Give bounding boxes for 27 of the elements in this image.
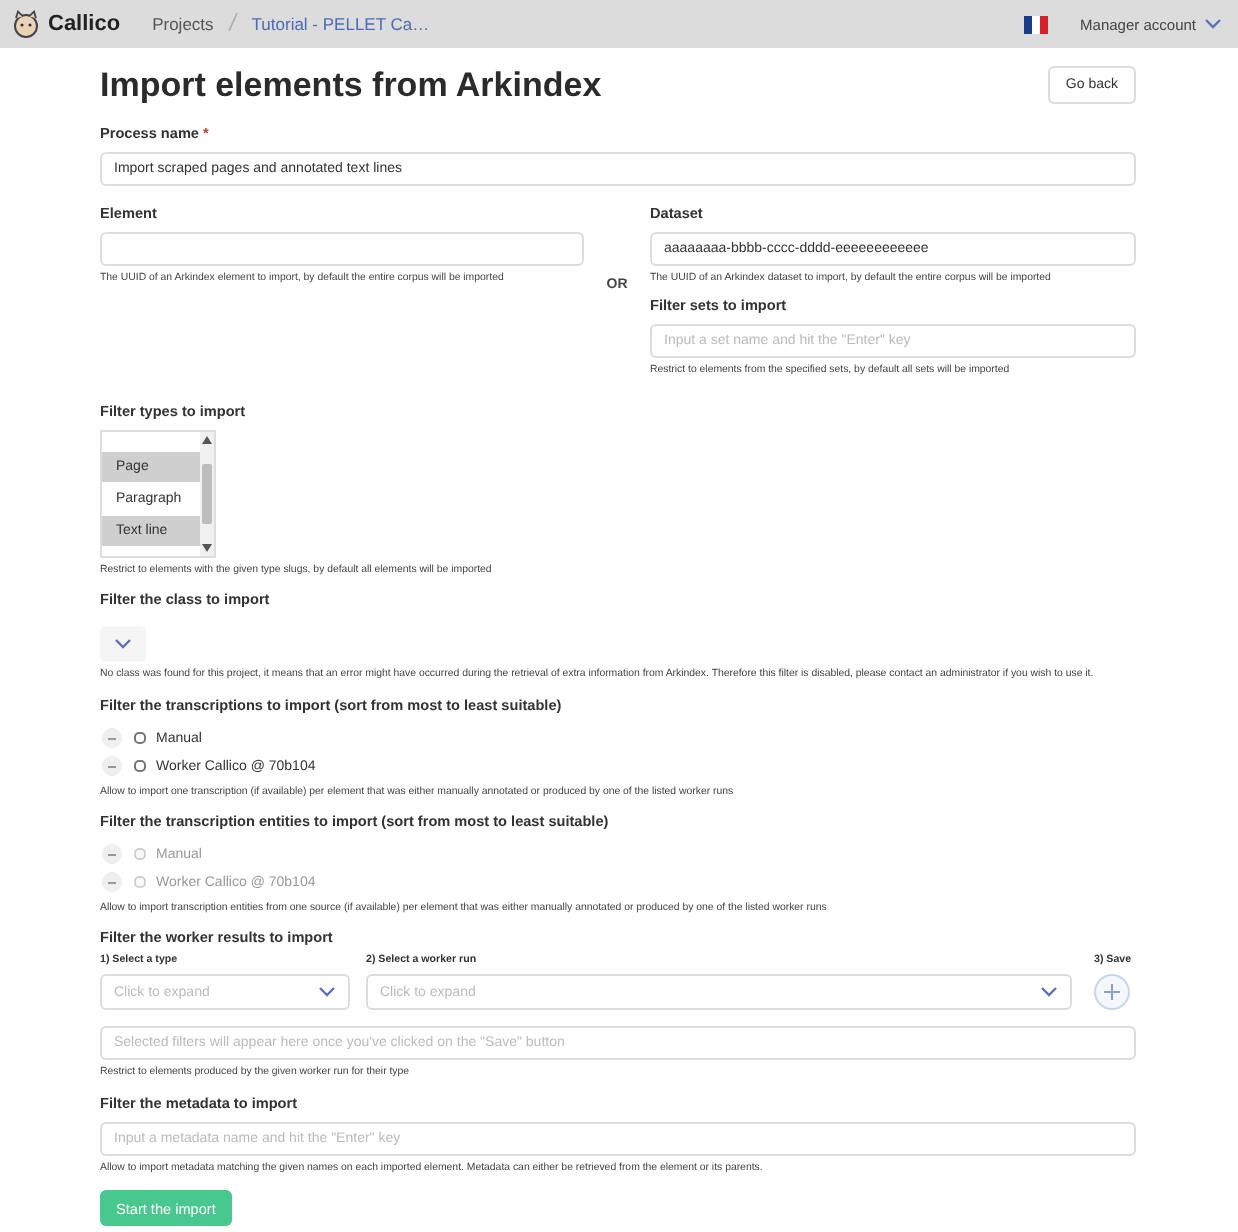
minus-icon <box>108 853 116 855</box>
scroll-up-icon <box>202 436 212 444</box>
minus-icon <box>108 881 116 883</box>
add-button[interactable] <box>1094 974 1130 1010</box>
logo-icon <box>12 10 40 38</box>
minus-icon <box>108 737 116 739</box>
checkbox[interactable] <box>134 732 146 744</box>
scroll-down-icon <box>202 544 212 552</box>
remove-button[interactable] <box>102 872 122 892</box>
brand-name[interactable]: Callico <box>48 12 121 36</box>
remove-button[interactable] <box>102 728 122 748</box>
chevron-down-icon <box>1204 18 1222 30</box>
plus-icon <box>1104 984 1120 1000</box>
remove-button[interactable] <box>102 844 122 864</box>
breadcrumb-separator-icon <box>227 12 238 32</box>
breadcrumb-link[interactable]: Projects <box>152 14 214 34</box>
chevron-down-icon <box>318 986 336 998</box>
page-title: Import elements from Arkindex <box>100 65 602 105</box>
breadcrumb-link[interactable]: Tutorial - PELLET Ca… <box>251 14 430 34</box>
flag-icon <box>1024 15 1049 33</box>
checkbox[interactable] <box>134 760 146 772</box>
minus-icon <box>108 765 116 767</box>
chevron-down-icon <box>114 638 132 650</box>
scrollbar[interactable] <box>200 432 214 556</box>
chevron-down-icon <box>1040 986 1058 998</box>
input-field[interactable] <box>100 232 584 266</box>
remove-button[interactable] <box>102 756 122 776</box>
